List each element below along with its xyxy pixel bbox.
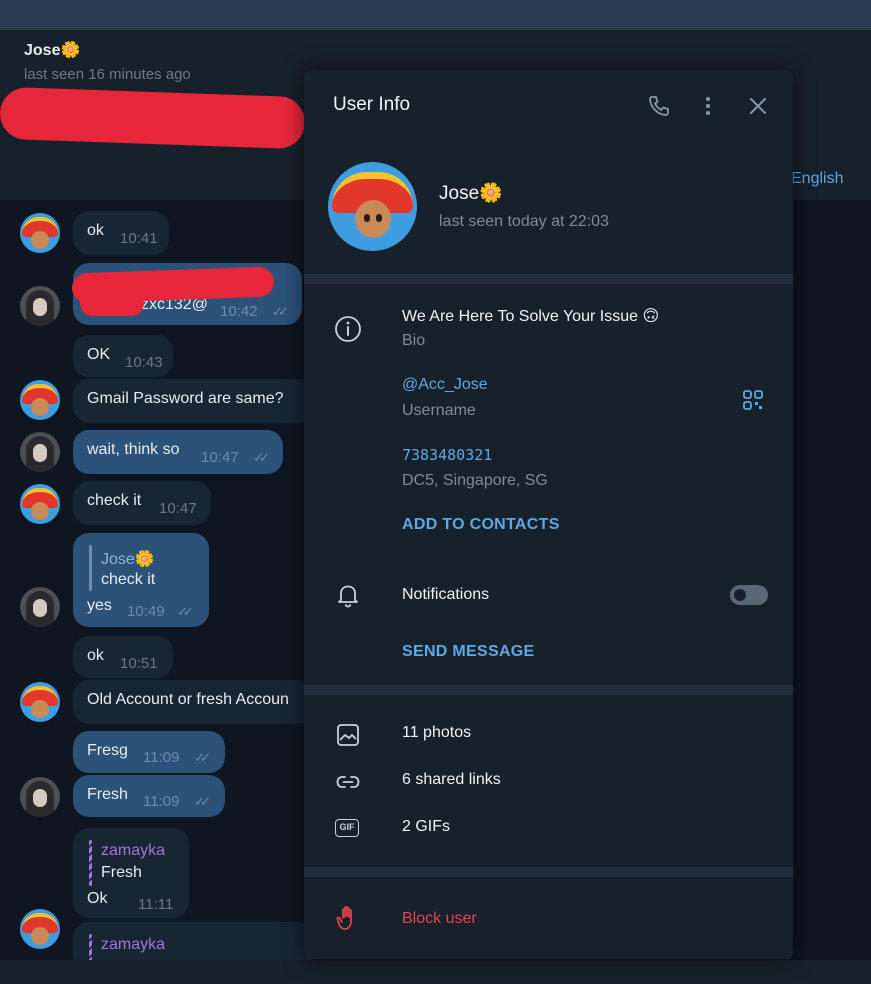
photo-icon — [337, 724, 359, 746]
message-time: 10:43 — [125, 354, 163, 371]
window-top-strip — [0, 0, 871, 30]
reply-author: zamayka — [101, 842, 166, 859]
double-check-icon: ✓✓ — [177, 604, 194, 619]
avatar[interactable] — [20, 587, 60, 627]
message-text: Gmail Password are same? — [87, 390, 284, 407]
reply-author: zamayka — [101, 936, 166, 953]
message-bubble[interactable]: ok 10:41 — [73, 211, 169, 255]
reply-text: Fresh — [101, 864, 142, 881]
message-bubble[interactable]: Gmail Password are same? — [73, 379, 313, 423]
message-bubble[interactable]: check it 10:47 — [73, 481, 211, 525]
reply-quote-bar — [89, 840, 92, 886]
profile-avatar[interactable] — [328, 162, 417, 251]
shared-links-item[interactable]: 6 shared links — [402, 771, 501, 789]
message-text: wait, think so — [87, 441, 180, 458]
username-label: Username — [402, 402, 476, 419]
message-bubble[interactable]: Fresg 11:09 ✓✓ — [73, 731, 225, 773]
message-time: 11:11 — [138, 896, 174, 913]
gif-icon: GIF — [335, 819, 359, 837]
username-link[interactable]: @Acc_Jose — [402, 376, 488, 394]
message-time: 10:49 — [127, 603, 165, 620]
profile-last-seen: last seen today at 22:03 — [439, 213, 609, 230]
message-bubble[interactable]: Fresh 11:09 ✓✓ — [73, 775, 225, 817]
message-bubble[interactable]: ok 10:51 — [73, 636, 173, 678]
message-text: Old Account or fresh Accoun — [87, 691, 289, 708]
message-text: Ok — [87, 890, 108, 907]
message-time: 10:47 — [201, 449, 239, 466]
notifications-toggle[interactable] — [730, 585, 768, 605]
message-time: 11:09 — [143, 793, 180, 810]
phone-icon[interactable] — [647, 94, 671, 118]
double-check-icon: ✓✓ — [253, 450, 270, 465]
notifications-label: Notifications — [402, 586, 490, 603]
redaction-mark — [0, 86, 306, 150]
profile-name: Jose🌼 — [439, 183, 503, 204]
message-bubble[interactable]: zamayka Fresh Ok 11:11 — [73, 828, 189, 918]
section-divider — [304, 274, 793, 284]
message-time: 10:47 — [159, 500, 197, 517]
message-bubble[interactable]: Jose🌼 check it yes 10:49 ✓✓ — [73, 533, 209, 627]
shared-gifs-item[interactable]: 2 GIFs — [402, 818, 450, 836]
message-composer[interactable] — [0, 960, 871, 984]
close-icon[interactable] — [746, 94, 770, 118]
message-bubble[interactable]: wait, think so 10:47 ✓✓ — [73, 430, 283, 474]
avatar[interactable] — [20, 380, 60, 420]
more-vertical-icon[interactable] — [696, 94, 720, 118]
shared-photos-item[interactable]: 11 photos — [402, 724, 471, 742]
message-time: 10:51 — [120, 655, 158, 672]
avatar[interactable] — [20, 777, 60, 817]
bell-icon — [338, 585, 358, 608]
avatar[interactable] — [20, 909, 60, 949]
double-check-icon: ✓✓ — [194, 750, 211, 765]
hand-block-icon — [336, 906, 352, 930]
message-text: OK — [87, 346, 111, 363]
panel-title: User Info — [333, 94, 411, 115]
redaction-mark — [80, 290, 144, 316]
avatar[interactable] — [20, 432, 60, 472]
double-check-icon: ✓✓ — [272, 304, 289, 319]
reply-text: check it — [101, 571, 156, 588]
bio-label: Bio — [402, 332, 426, 349]
section-divider — [304, 685, 793, 695]
send-message-button[interactable]: SEND MESSAGE — [402, 643, 535, 661]
message-bubble[interactable]: OK 10:43 — [73, 335, 173, 377]
chat-status: last seen 16 minutes ago — [24, 66, 191, 83]
message-text: Fresh — [87, 786, 128, 803]
translate-language-button[interactable]: English — [791, 170, 843, 188]
link-icon — [336, 776, 360, 788]
message-text: ok — [87, 647, 104, 664]
section-divider — [304, 867, 793, 877]
avatar[interactable] — [20, 286, 60, 326]
message-text: Fresg — [87, 742, 128, 759]
qr-code-icon[interactable] — [742, 389, 764, 411]
message-time: 10:42 — [220, 303, 258, 320]
avatar[interactable] — [20, 484, 60, 524]
avatar[interactable] — [20, 213, 60, 253]
block-user-button[interactable]: Block user — [402, 910, 477, 928]
message-text: yes — [87, 597, 112, 614]
message-text: ok — [87, 222, 104, 239]
chat-title[interactable]: Jose🌼 — [24, 40, 80, 60]
double-check-icon: ✓✓ — [194, 794, 211, 809]
message-text: check it — [87, 492, 142, 509]
user-info-panel: User Info Jose🌼 last seen today at 22:03… — [304, 70, 793, 959]
message-time: 11:09 — [143, 749, 180, 766]
message-bubble[interactable]: Old Account or fresh Accoun — [73, 680, 313, 724]
message-time: 10:41 — [120, 230, 158, 247]
phone-number[interactable]: 7383480321 — [402, 446, 492, 464]
reply-author: Jose🌼 — [101, 551, 155, 568]
reply-quote-bar — [89, 545, 92, 591]
phone-datacenter: DC5, Singapore, SG — [402, 472, 548, 489]
bio-text: We Are Here To Solve Your Issue 🙃 — [402, 308, 660, 325]
avatar[interactable] — [20, 682, 60, 722]
info-icon — [335, 316, 361, 342]
add-to-contacts-button[interactable]: ADD TO CONTACTS — [402, 516, 560, 534]
